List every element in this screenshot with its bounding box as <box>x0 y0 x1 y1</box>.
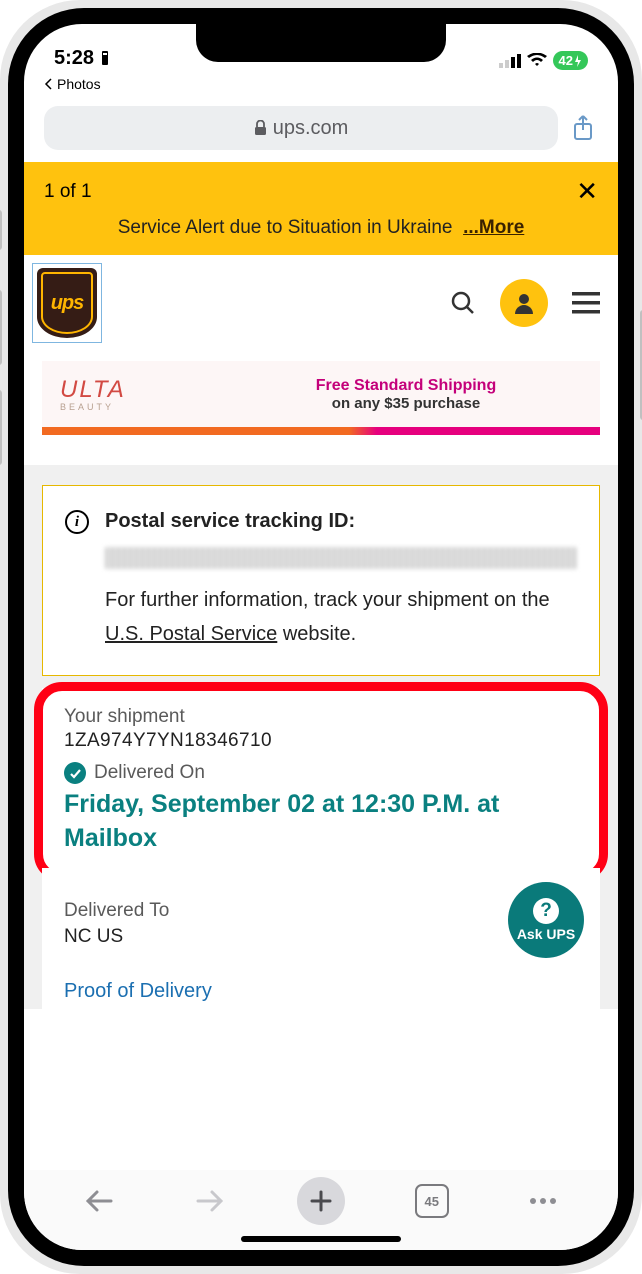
postal-id-redacted <box>105 547 577 569</box>
more-button[interactable] <box>519 1177 567 1225</box>
ups-logo[interactable]: ups <box>32 263 102 343</box>
postal-info-text: For further information, track your ship… <box>105 583 577 651</box>
arrow-right-icon <box>196 1189 224 1213</box>
cellular-icon <box>499 54 521 68</box>
address-bar-domain: ups.com <box>273 117 349 140</box>
plus-icon <box>310 1190 332 1212</box>
search-button[interactable] <box>450 290 476 316</box>
lock-icon <box>254 120 267 136</box>
battery-indicator: 42 <box>553 51 588 70</box>
alert-close-button[interactable]: ✕ <box>576 176 598 207</box>
shipment-delivery-time: Friday, September 02 at 12:30 P.M. at Ma… <box>64 788 578 856</box>
address-bar[interactable]: ups.com <box>44 106 558 150</box>
menu-button[interactable] <box>572 292 600 314</box>
alert-counter: 1 of 1 <box>44 181 92 203</box>
wifi-icon <box>527 53 547 68</box>
question-icon: ? <box>533 898 559 924</box>
promo-line1: Free Standard Shipping <box>212 377 600 395</box>
ask-ups-label: Ask UPS <box>517 926 575 942</box>
delivered-to-box: Delivered To NC US ? Ask UPS <box>42 868 600 968</box>
location-icon <box>98 50 112 68</box>
service-alert: 1 of 1 ✕ Service Alert due to Situation … <box>24 162 618 255</box>
account-button[interactable] <box>500 279 548 327</box>
delivered-to-value: NC US <box>64 926 578 948</box>
proof-of-delivery-link[interactable]: Proof of Delivery <box>42 968 600 1009</box>
nav-forward-button[interactable] <box>186 1177 234 1225</box>
promo-brand-sub: BEAUTY <box>60 402 212 412</box>
shipment-label: Your shipment <box>64 706 578 728</box>
back-to-app[interactable]: Photos <box>24 72 618 100</box>
status-time: 5:28 <box>54 47 94 70</box>
usps-link[interactable]: U.S. Postal Service <box>105 623 277 645</box>
tabs-button[interactable]: 45 <box>408 1177 456 1225</box>
ups-logo-text: ups <box>51 292 84 315</box>
chevron-left-icon <box>44 78 53 90</box>
share-icon <box>572 114 594 142</box>
postal-info-box: i Postal service tracking ID: For furthe… <box>42 485 600 676</box>
info-icon: i <box>65 510 89 534</box>
shipment-tracking-number: 1ZA974Y7YN18346710 <box>64 730 578 752</box>
shipment-status-label: Delivered On <box>94 762 205 784</box>
check-icon <box>64 762 86 784</box>
dots-icon <box>530 1198 536 1204</box>
promo-banner[interactable]: ULTA BEAUTY Free Standard Shipping on an… <box>42 361 600 427</box>
user-icon <box>512 291 536 315</box>
hamburger-icon <box>572 292 600 314</box>
device-notch <box>196 24 446 62</box>
promo-line2: on any $35 purchase <box>212 395 600 412</box>
arrow-left-icon <box>85 1189 113 1213</box>
promo-brand: ULTA <box>60 376 126 403</box>
postal-id-title: Postal service tracking ID: <box>105 510 577 533</box>
ask-ups-button[interactable]: ? Ask UPS <box>508 882 584 958</box>
back-app-label: Photos <box>57 76 101 92</box>
site-header: ups <box>24 255 618 351</box>
nav-back-button[interactable] <box>75 1177 123 1225</box>
tab-count: 45 <box>425 1194 439 1209</box>
promo-gradient-bar <box>42 427 600 435</box>
delivered-to-label: Delivered To <box>64 900 578 922</box>
home-indicator[interactable] <box>241 1236 401 1242</box>
alert-message: Service Alert due to Situation in Ukrain… <box>118 217 453 238</box>
shipment-status-box: Your shipment 1ZA974Y7YN18346710 Deliver… <box>42 688 600 868</box>
share-button[interactable] <box>568 114 598 142</box>
search-icon <box>450 290 476 316</box>
new-tab-button[interactable] <box>297 1177 345 1225</box>
alert-more-link[interactable]: ...More <box>463 217 524 238</box>
